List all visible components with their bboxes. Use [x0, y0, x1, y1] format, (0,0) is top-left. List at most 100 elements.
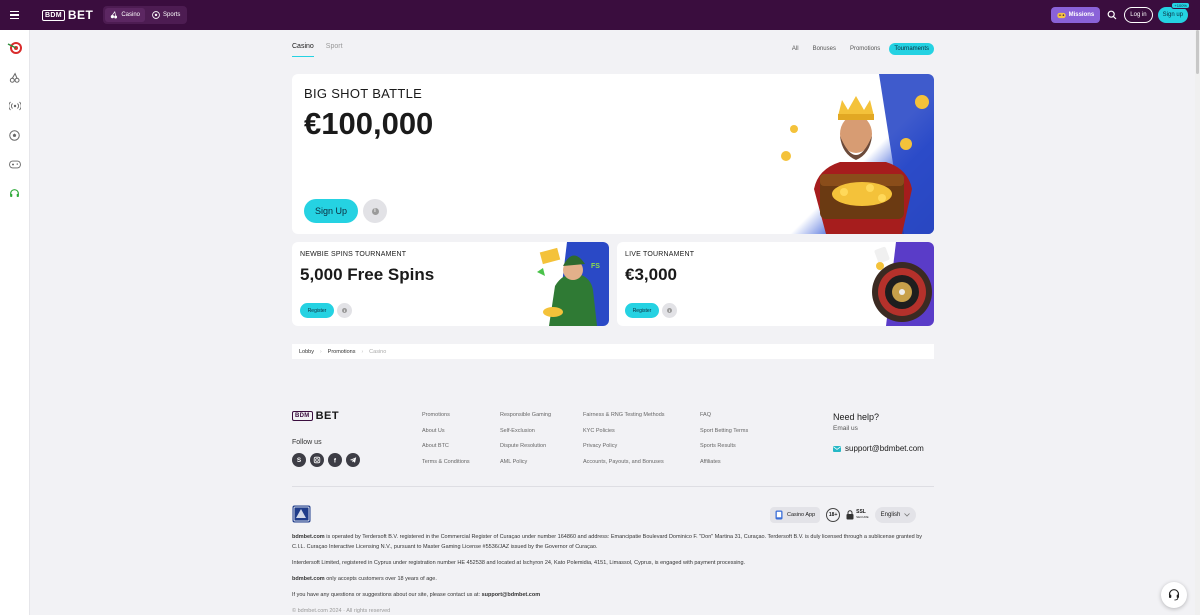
svg-text:f: f [334, 457, 337, 464]
casino-app-label: Casino App [787, 512, 816, 518]
hero-prize-amount: €100,000 [304, 106, 434, 141]
legal-contact-email[interactable]: support@bdmbet.com [482, 592, 541, 598]
footer-link-kyc[interactable]: KYC Policies [583, 428, 665, 434]
footer-link-fairness[interactable]: Fairness & RNG Testing Methods [583, 412, 665, 418]
cil-license-seal[interactable] [292, 505, 311, 523]
footer-link-aml-policy[interactable]: AML Policy [500, 459, 551, 465]
nav-sports[interactable]: Sports [147, 8, 185, 22]
casino-app-button[interactable]: Casino App [770, 507, 821, 523]
hero-signup-button[interactable]: Sign Up [304, 199, 358, 223]
facebook-icon[interactable]: f [328, 453, 342, 467]
breadcrumb-promotions[interactable]: Promotions [328, 349, 356, 355]
headset-icon[interactable] [7, 185, 23, 201]
mail-icon [833, 445, 841, 452]
legal-paragraph-contact: If you have any questions or suggestions… [292, 591, 934, 601]
login-button[interactable]: Log in [1124, 7, 1153, 23]
filter-tournaments[interactable]: Tournaments [889, 43, 934, 55]
phone-icon [775, 510, 783, 520]
legal-brand: bdmbet.com [292, 575, 325, 582]
scrollbar-thumb[interactable] [1196, 30, 1199, 74]
card-actions: Register i [300, 303, 352, 318]
card-subtitle: LIVE TOURNAMENT [625, 251, 695, 258]
footer-link-accounts-payouts[interactable]: Accounts, Payouts, and Bonuses [583, 459, 665, 465]
chevron-down-icon [904, 513, 911, 517]
footer-link-faq[interactable]: FAQ [700, 412, 748, 418]
breadcrumb-separator-icon: › [320, 348, 322, 355]
breadcrumb-casino: Casino [369, 348, 387, 355]
tab-casino[interactable]: Casino [292, 43, 314, 57]
brand-logo[interactable]: BDM BET [42, 8, 93, 22]
nav-casino-label: Casino [121, 12, 141, 18]
svg-text:FS: FS [591, 263, 600, 270]
card-title: 5,000 Free Spins [300, 265, 435, 284]
hero-info-button[interactable]: i [363, 199, 387, 223]
register-button[interactable]: Register [625, 303, 659, 318]
filter-promotions[interactable]: Promotions [845, 43, 885, 55]
footer-link-dispute-resolution[interactable]: Dispute Resolution [500, 443, 551, 449]
card-title: €3,000 [625, 265, 677, 284]
scrollbar-track[interactable] [1195, 30, 1200, 615]
cherries-icon[interactable] [7, 69, 23, 85]
filter-bonuses[interactable]: Bonuses [808, 43, 841, 55]
legal-brand: bdmbet.com [292, 534, 325, 540]
support-email-link[interactable]: support@bdmbet.com [833, 444, 924, 453]
logo-word: BET [315, 410, 340, 422]
missions-button[interactable]: Missions [1050, 7, 1101, 23]
help-title: Need help? [833, 412, 880, 422]
roulette-illustration [872, 242, 934, 326]
footer-link-affiliates[interactable]: Affiliates [700, 459, 748, 465]
instagram-icon[interactable] [310, 453, 324, 467]
language-selector[interactable]: English [874, 507, 917, 523]
search-icon[interactable] [1105, 8, 1119, 22]
footer-link-about-us[interactable]: About Us [422, 428, 470, 434]
card-subtitle: NEWBIE SPINS TOURNAMENT [300, 251, 407, 258]
footer-link-privacy[interactable]: Privacy Policy [583, 443, 665, 449]
breadcrumb: Lobby › Promotions › Casino [292, 344, 934, 359]
logo-box: BDM [292, 411, 313, 421]
language-value: English [880, 512, 901, 518]
newbie-spins-card[interactable]: NEWBIE SPINS TOURNAMENT 5,000 Free Spins… [292, 242, 609, 326]
nav-casino[interactable]: Casino [105, 8, 146, 22]
menu-icon[interactable] [10, 6, 28, 24]
copyright: © bdmbet.com 2024 · All rights reserved [292, 607, 391, 614]
top-right-actions: Missions Log in Sign up +100% [1050, 2, 1190, 23]
footer-link-sports-results[interactable]: Sports Results [700, 443, 748, 449]
card-info-button[interactable]: i [337, 303, 352, 318]
tabs-row: Casino Sport All Bonuses Promotions Tour… [292, 30, 934, 62]
footer-column-4: FAQ Sport Betting Terms Sports Results A… [700, 412, 748, 465]
register-button[interactable]: Register [300, 303, 334, 318]
ssl-sublabel: SECURE [856, 515, 869, 519]
top-nav: Casino Sports [103, 6, 188, 24]
footer-link-responsible-gaming[interactable]: Responsible Gaming [500, 412, 551, 418]
footer-link-promotions[interactable]: Promotions [422, 412, 470, 418]
legal-paragraph-license: bdmbet.com is operated by Terdersoft B.V… [292, 533, 934, 552]
main-content: Casino Sport All Bonuses Promotions Tour… [292, 30, 934, 359]
tab-sport[interactable]: Sport [326, 43, 343, 57]
footer-link-terms[interactable]: Terms & Conditions [422, 459, 470, 465]
footer-link-sport-betting-terms[interactable]: Sport Betting Terms [700, 428, 748, 434]
soccer-ball-icon[interactable] [7, 127, 23, 143]
live-broadcast-icon[interactable] [7, 98, 23, 114]
legal-text: bdmbet.com is operated by Terdersoft B.V… [292, 533, 934, 615]
support-email: support@bdmbet.com [845, 444, 924, 453]
signup-label: Sign up [1162, 12, 1183, 18]
skype-icon[interactable]: S [292, 453, 306, 467]
legal-paragraph-payments: Interdersoft Limited, registered in Cypr… [292, 559, 746, 566]
hero-banner[interactable]: BIG SHOT BATTLE €100,000 Sign Up i [292, 74, 934, 234]
section-tabs: Casino Sport [292, 43, 343, 57]
dartboard-icon[interactable] [7, 40, 23, 56]
signup-button[interactable]: Sign up +100% [1157, 2, 1190, 23]
telegram-icon[interactable] [346, 453, 360, 467]
footer-link-self-exclusion[interactable]: Self-Exclusion [500, 428, 551, 434]
live-chat-button[interactable] [1161, 582, 1187, 608]
follow-us-label: Follow us [292, 439, 322, 446]
footer-column-3: Fairness & RNG Testing Methods KYC Polic… [583, 412, 665, 465]
king-treasure-illustration [774, 74, 934, 234]
breadcrumb-lobby[interactable]: Lobby [299, 349, 314, 355]
footer-logo[interactable]: BDM BET [292, 410, 339, 422]
filter-all[interactable]: All [787, 43, 804, 55]
gamepad-icon[interactable] [7, 156, 23, 172]
live-tournament-card[interactable]: LIVE TOURNAMENT €3,000 Register i [617, 242, 934, 326]
card-info-button[interactable]: i [662, 303, 677, 318]
footer-link-about-btc[interactable]: About BTC [422, 443, 470, 449]
